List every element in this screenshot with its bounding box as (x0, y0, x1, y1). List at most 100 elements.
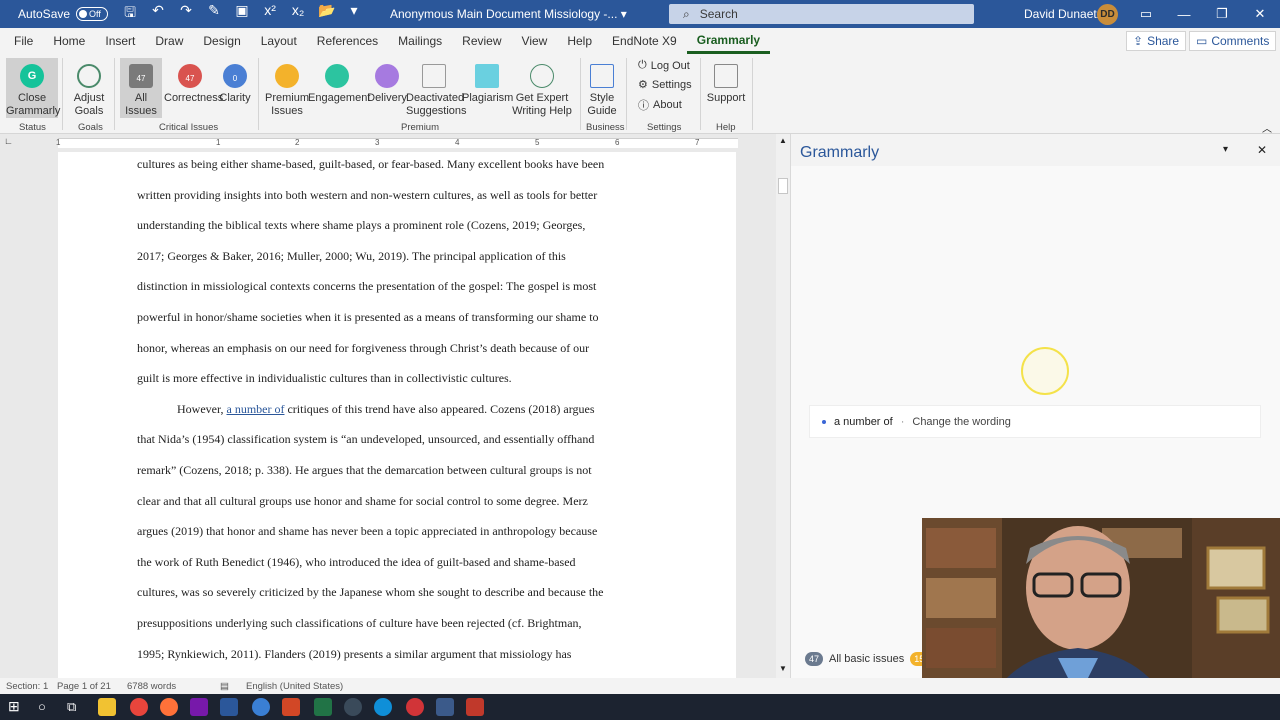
group-label-status: Status (19, 122, 46, 133)
tab-help[interactable]: Help (557, 28, 602, 54)
tab-mailings[interactable]: Mailings (388, 28, 452, 54)
user-name[interactable]: David Dunaetz (1024, 7, 1103, 21)
expert-icon (530, 64, 554, 88)
delivery-button[interactable]: Delivery (366, 58, 408, 105)
menu-bar: File Home Insert Draw Design Layout Refe… (0, 28, 1280, 54)
paragraph-1[interactable]: cultures as being either shame-based, gu… (137, 152, 604, 669)
task-view-icon[interactable]: ⧉ (67, 699, 76, 715)
comments-button[interactable]: ▭ Comments (1189, 31, 1277, 51)
avatar[interactable]: DD (1097, 4, 1118, 25)
ribbon-display-icon[interactable]: ▭ (1127, 0, 1165, 28)
premium-icon (275, 64, 299, 88)
style-guide-icon (590, 64, 614, 88)
file-explorer-icon[interactable] (98, 698, 116, 716)
undo-icon[interactable]: ↶ (150, 2, 166, 26)
status-section[interactable]: Section: 1 (6, 681, 48, 692)
tab-references[interactable]: References (307, 28, 388, 54)
tab-view[interactable]: View (512, 28, 558, 54)
tab-insert[interactable]: Insert (95, 28, 145, 54)
scroll-down-icon[interactable]: ▼ (779, 664, 787, 673)
correctness-button[interactable]: 47 Correctness (164, 58, 223, 105)
windows-start-icon[interactable]: ⊞ (8, 698, 20, 715)
scroll-up-icon[interactable]: ▲ (779, 136, 787, 145)
superscript-icon[interactable]: x² (262, 2, 278, 26)
document-scrollbar[interactable]: ▲ ▼ (776, 134, 790, 678)
document-title[interactable]: Anonymous Main Document Missiology -... … (390, 7, 627, 21)
adjust-goals-button[interactable]: Adjust Goals (68, 58, 110, 118)
premium-issues-button[interactable]: Premium Issues (264, 58, 310, 118)
share-button[interactable]: ⇪ Share (1126, 31, 1187, 51)
tab-file[interactable]: File (4, 28, 43, 54)
format-painter-icon[interactable]: ✎ (206, 2, 222, 26)
minimize-icon[interactable]: — (1165, 0, 1203, 28)
pane-options-icon[interactable]: ▾ (1223, 144, 1228, 155)
document-page[interactable]: cultures as being either shame-based, gu… (58, 152, 736, 680)
title-bar: AutoSave Off 🖫 ↶ ↷ ✎ ▣ x² x₂ 📂 ▾ Anonymo… (0, 0, 1280, 28)
status-words[interactable]: 6788 words (127, 681, 176, 692)
ruler[interactable]: ∟ 1 1 2 3 4 5 6 7 (0, 134, 790, 152)
open-folder-icon[interactable]: 📂 (318, 2, 335, 26)
powerpoint-icon[interactable] (282, 698, 300, 716)
status-page[interactable]: Page 1 of 21 (57, 681, 111, 692)
subscript-icon[interactable]: x₂ (290, 2, 306, 26)
excel-icon[interactable] (314, 698, 332, 716)
app-icon[interactable] (406, 698, 424, 716)
pane-close-icon[interactable]: ✕ (1257, 143, 1267, 157)
tab-endnote[interactable]: EndNote X9 (602, 28, 687, 54)
support-button[interactable]: Support (706, 58, 746, 105)
text-line: the work of Ruth Benedict (1946), who in… (137, 554, 576, 569)
search-box[interactable]: ⌕ Search (669, 4, 974, 24)
pane-header: Grammarly ▾ ✕ (791, 134, 1280, 166)
autosave-toggle[interactable]: Off (76, 7, 109, 21)
edge-icon[interactable] (374, 698, 392, 716)
status-language[interactable]: English (United States) (246, 681, 343, 692)
tab-design[interactable]: Design (193, 28, 250, 54)
engagement-button[interactable]: Engagement (308, 58, 370, 105)
tab-review[interactable]: Review (452, 28, 511, 54)
autosave[interactable]: AutoSave Off (18, 7, 109, 21)
layout-icon[interactable]: ▣ (234, 2, 250, 26)
tab-home[interactable]: Home (43, 28, 95, 54)
all-issues-button[interactable]: 47 All Issues (120, 58, 162, 118)
customize-toolbar-icon[interactable]: ▾ (346, 2, 362, 26)
word-icon[interactable] (220, 698, 238, 716)
scroll-thumb[interactable] (778, 178, 788, 194)
tab-stop-icon[interactable]: ∟ (4, 136, 13, 146)
group-label-goals: Goals (78, 122, 103, 133)
deactivated-suggestions-button[interactable]: Deactivated Suggestions (406, 58, 467, 118)
onenote-icon[interactable] (190, 698, 208, 716)
proofing-icon[interactable]: ▤ (220, 681, 229, 692)
issue-count-badge: 47 (805, 652, 823, 666)
log-out-button[interactable]: ⏻ Log Out (638, 59, 690, 72)
suggestion-card[interactable]: a number of · Change the wording (809, 405, 1261, 438)
endnote-icon[interactable] (436, 698, 454, 716)
pane-footer[interactable]: 47 All basic issues 15 (805, 652, 929, 666)
close-window-icon[interactable]: ✕ (1241, 0, 1279, 28)
tab-grammarly[interactable]: Grammarly (686, 28, 771, 54)
settings-button[interactable]: ⚙ Settings (638, 78, 692, 92)
expert-help-button[interactable]: Get Expert Writing Help (510, 58, 574, 118)
group-label-settings: Settings (647, 122, 682, 133)
restore-icon[interactable]: ❐ (1203, 0, 1241, 28)
tab-layout[interactable]: Layout (251, 28, 307, 54)
clarity-button[interactable]: 0 Clarity (218, 58, 252, 105)
app-icon[interactable] (344, 698, 362, 716)
flagged-phrase[interactable]: a number of (227, 402, 285, 416)
close-grammarly-button[interactable]: G Close Grammarly (6, 58, 60, 118)
grammarly-logo-icon: G (20, 64, 44, 88)
redo-icon[interactable]: ↷ (178, 2, 194, 26)
chrome-icon[interactable] (130, 698, 148, 716)
firefox-icon[interactable] (160, 698, 178, 716)
style-guide-button[interactable]: Style Guide (584, 58, 620, 118)
app-icon[interactable] (466, 698, 484, 716)
search-icon[interactable]: ○ (38, 699, 46, 714)
text-line: understanding the biblical texts where s… (137, 218, 586, 233)
app-icon[interactable] (252, 698, 270, 716)
save-icon[interactable]: 🖫 (122, 2, 138, 26)
plagiarism-button[interactable]: Plagiarism (462, 58, 513, 105)
about-button[interactable]: ⓘ About (638, 97, 682, 113)
ruler-number: 2 (295, 138, 300, 147)
quick-access-toolbar: 🖫 ↶ ↷ ✎ ▣ x² x₂ 📂 ▾ (122, 2, 362, 26)
collapse-ribbon-icon[interactable]: ︿ (1262, 120, 1272, 135)
tab-draw[interactable]: Draw (145, 28, 193, 54)
